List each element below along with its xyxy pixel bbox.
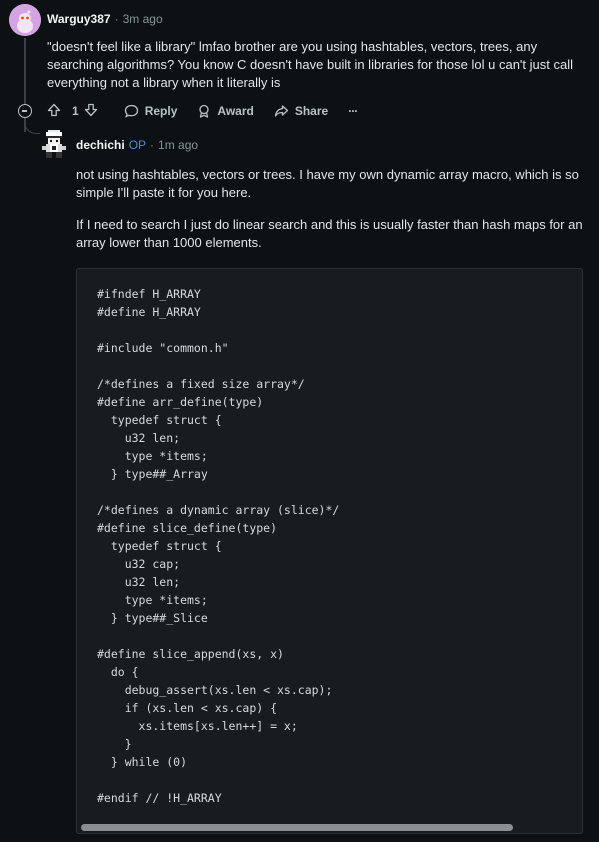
- comment-body: "doesn't feel like a library" lmfao brot…: [47, 38, 577, 101]
- separator-dot: ·: [150, 138, 155, 152]
- comment-header: dechichi OP · 1m ago: [76, 138, 198, 152]
- code-content: #ifndef H_ARRAY #define H_ARRAY #include…: [97, 287, 340, 805]
- comment-thread: Warguy387 · 3m ago "doesn't feel like a …: [0, 0, 599, 842]
- comment-body: not using hashtables, vectors or trees. …: [76, 166, 591, 261]
- share-label: Share: [294, 104, 329, 118]
- author-name[interactable]: Warguy387: [47, 12, 111, 26]
- timestamp[interactable]: 3m ago: [123, 12, 163, 26]
- upvote-icon[interactable]: [47, 103, 67, 120]
- comment-text: "doesn't feel like a library" lmfao brot…: [47, 39, 573, 90]
- reply-label: Reply: [144, 104, 178, 118]
- author-name[interactable]: dechichi: [76, 138, 125, 152]
- award-button[interactable]: Award: [197, 104, 254, 118]
- reply-button[interactable]: Reply: [124, 104, 178, 118]
- reply-icon: [124, 104, 138, 118]
- vote-group: 1: [47, 103, 104, 120]
- downvote-icon[interactable]: [84, 103, 104, 120]
- award-icon: [199, 104, 210, 118]
- comment-paragraph: not using hashtables, vectors or trees. …: [76, 167, 579, 200]
- award-label: Award: [217, 104, 254, 118]
- collapse-thread-button[interactable]: [18, 104, 32, 118]
- comment-actions: 1 Reply Award Share ···: [47, 101, 377, 121]
- comment-header: Warguy387 · 3m ago: [47, 12, 163, 26]
- share-icon: [274, 105, 288, 117]
- thread-line: [24, 38, 26, 104]
- more-options-icon: ···: [348, 104, 358, 118]
- op-badge: OP: [128, 138, 147, 152]
- share-button[interactable]: Share: [274, 104, 328, 118]
- avatar[interactable]: [9, 4, 41, 36]
- code-block[interactable]: #ifndef H_ARRAY #define H_ARRAY #include…: [76, 268, 583, 834]
- timestamp[interactable]: 1m ago: [158, 138, 198, 152]
- horizontal-scrollbar[interactable]: [77, 823, 582, 833]
- scrollbar-thumb[interactable]: [81, 824, 513, 831]
- comment-paragraph: If I need to search I just do linear sea…: [76, 217, 583, 250]
- vote-count: 1: [72, 104, 79, 118]
- separator-dot: ·: [114, 12, 119, 26]
- more-options-button[interactable]: ···: [348, 104, 358, 118]
- thread-curve: [24, 118, 40, 134]
- avatar[interactable]: [40, 130, 68, 158]
